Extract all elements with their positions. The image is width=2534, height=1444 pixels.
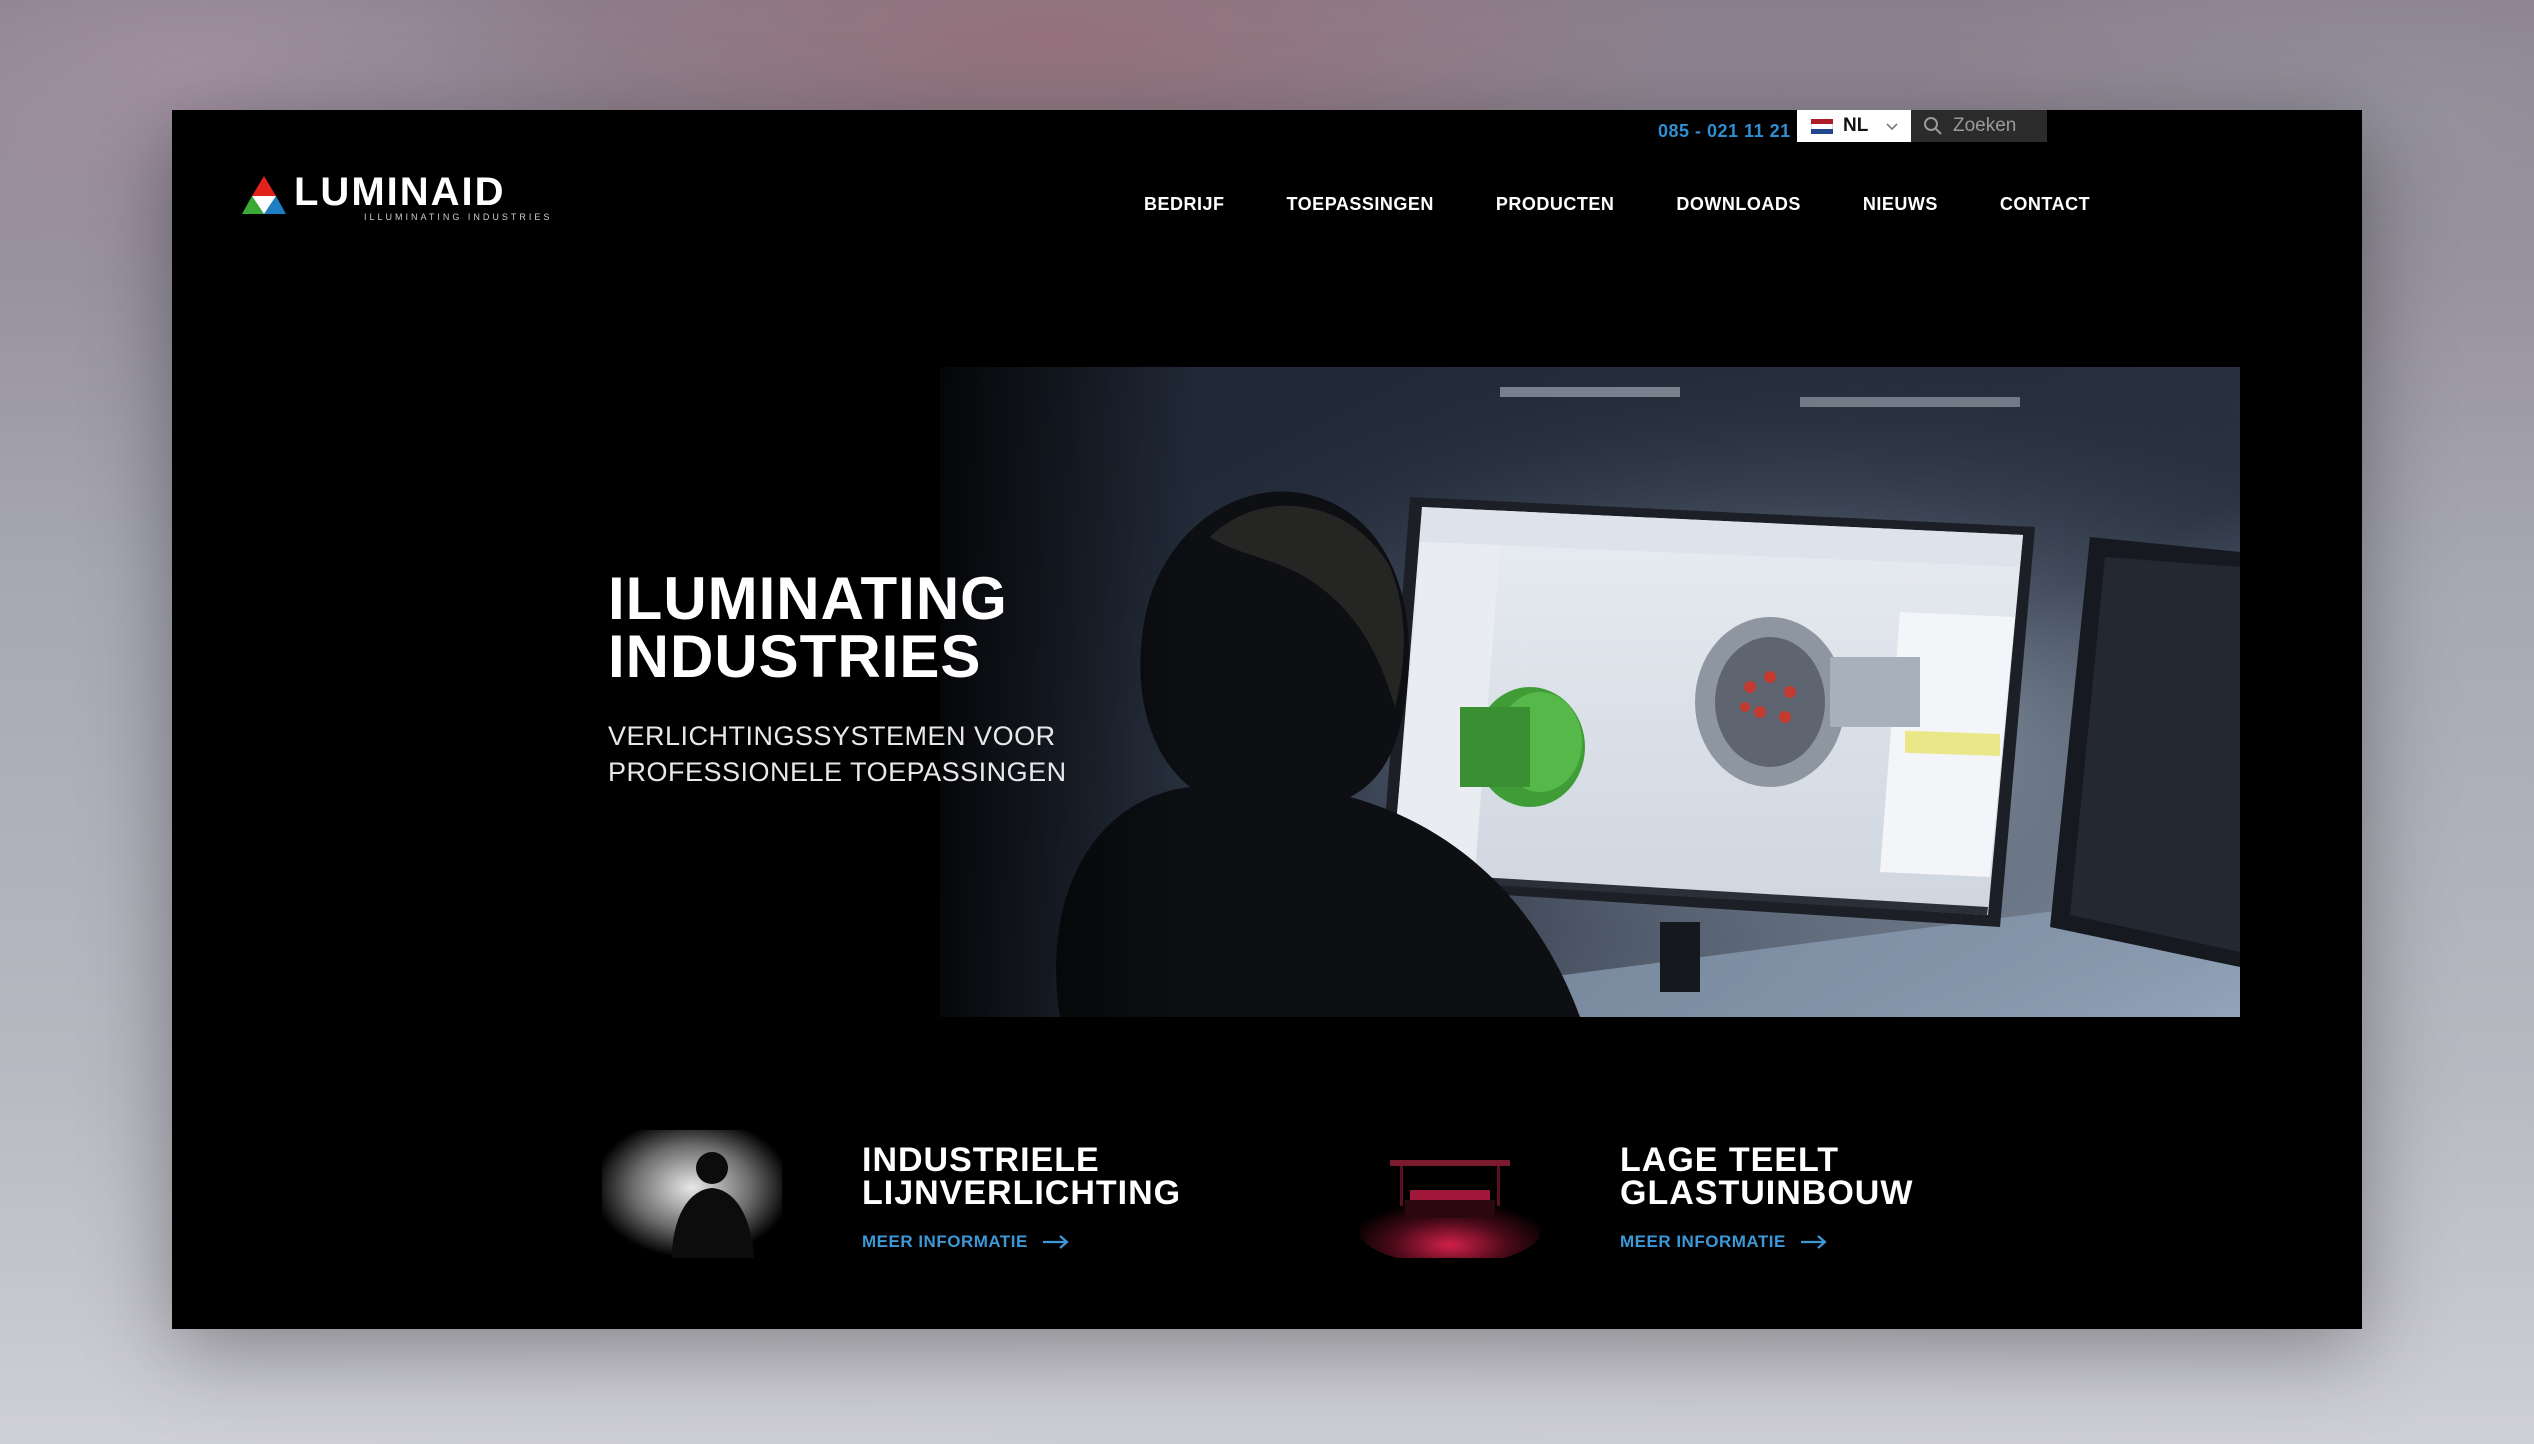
nav-item-producten[interactable]: PRODUCTEN [1496,194,1615,215]
nav-item-toepassingen[interactable]: TOEPASSINGEN [1287,194,1434,215]
hero-title: ILUMINATING INDUSTRIES [608,569,1308,687]
nav-item-nieuws[interactable]: NIEUWS [1863,194,1938,215]
card-thumbnail-greenhouse[interactable] [1360,1130,1540,1258]
hero-title-line-1: ILUMINATING [608,565,1008,632]
feature-card-industriele-lijnverlichting: INDUSTRIELE LIJNVERLICHTING MEER INFORMA… [602,1120,1362,1270]
nav-item-downloads[interactable]: DOWNLOADS [1676,194,1801,215]
dutch-flag-icon [1811,118,1833,134]
hero-photo-illustration [940,367,2240,1017]
nav-item-contact[interactable]: CONTACT [2000,194,2090,215]
meer-informatie-link[interactable]: MEER INFORMATIE [1620,1232,1828,1252]
hero-subtitle-line-2: PROFESSIONELE TOEPASSINGEN [608,757,1067,787]
arrow-right-icon [1800,1235,1827,1249]
card-link-label: MEER INFORMATIE [862,1232,1028,1251]
main-nav: BEDRIJF TOEPASSINGEN PRODUCTEN DOWNLOADS… [1144,194,2090,215]
card-title-line-2: GLASTUINBOUW [1620,1174,1914,1212]
nav-item-bedrijf[interactable]: BEDRIJF [1144,194,1225,215]
meer-informatie-link[interactable]: MEER INFORMATIE [862,1232,1070,1252]
card-title: INDUSTRIELE LIJNVERLICHTING [862,1143,1382,1212]
logo-tagline: ILLUMINATING INDUSTRIES [364,212,553,222]
website-window: 085 - 021 11 21 NL Zoeken LUMINAID ILLUM… [172,110,2362,1329]
luminaid-logo[interactable]: LUMINAID ILLUMINATING INDUSTRIES [242,170,562,230]
card-title-line-2: LIJNVERLICHTING [862,1174,1182,1212]
card-link-label: MEER INFORMATIE [1620,1232,1786,1251]
hero-title-line-2: INDUSTRIES [608,623,982,690]
search-icon [1924,117,1942,135]
search-box[interactable]: Zoeken [1911,110,2047,142]
hero-subtitle: VERLICHTINGSSYSTEMEN VOOR PROFESSIONELE … [608,718,1308,790]
chevron-down-icon [1886,123,1898,131]
arrow-right-icon [1042,1235,1069,1249]
phone-link[interactable]: 085 - 021 11 21 [1658,116,1791,146]
logo-mark-icon [242,176,286,214]
language-code: NL [1843,115,1869,136]
hero-subtitle-line-1: VERLICHTINGSSYSTEMEN VOOR [608,721,1056,751]
search-input[interactable]: Zoeken [1953,115,2016,137]
hero-image [940,367,2240,1017]
feature-card-lage-teelt-glastuinbouw: LAGE TEELT GLASTUINBOUW MEER INFORMATIE [1360,1120,2120,1270]
card-title: LAGE TEELT GLASTUINBOUW [1620,1143,2140,1212]
language-selector[interactable]: NL [1797,110,1911,142]
logo-wordmark: LUMINAID [294,170,506,214]
card-thumbnail-silhouette[interactable] [602,1130,782,1258]
